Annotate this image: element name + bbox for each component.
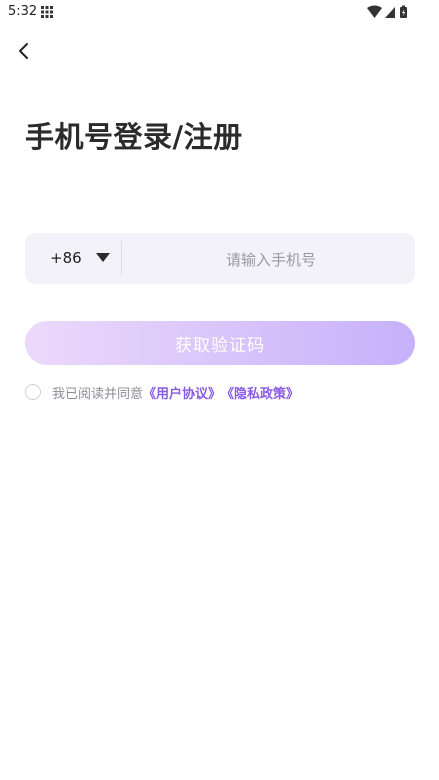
system-status-icons: [367, 5, 407, 18]
status-bar: 5:32: [0, 0, 439, 24]
back-arrow-icon[interactable]: [12, 39, 36, 63]
status-time: 5:32: [8, 4, 38, 19]
phone-input-row: +86: [25, 233, 419, 286]
wifi-icon: [367, 5, 382, 18]
phone-number-input[interactable]: [123, 233, 419, 286]
divider: [121, 241, 122, 275]
privacy-policy-link[interactable]: 《隐私政策》: [221, 383, 299, 402]
country-code-value[interactable]: +86: [50, 249, 82, 267]
agreement-row: 我已阅读并同意 《用户协议》 《隐私政策》: [25, 383, 299, 402]
chevron-down-icon[interactable]: [96, 253, 110, 263]
agreement-checkbox[interactable]: [25, 384, 41, 400]
apps-grid-icon: [41, 6, 53, 18]
user-agreement-link[interactable]: 《用户协议》: [143, 383, 221, 402]
signal-icon: [385, 7, 395, 18]
agreement-text: 我已阅读并同意: [52, 386, 144, 402]
get-verification-code-button[interactable]: 获取验证码: [25, 321, 415, 365]
page-title: 手机号登录/注册: [25, 120, 243, 154]
